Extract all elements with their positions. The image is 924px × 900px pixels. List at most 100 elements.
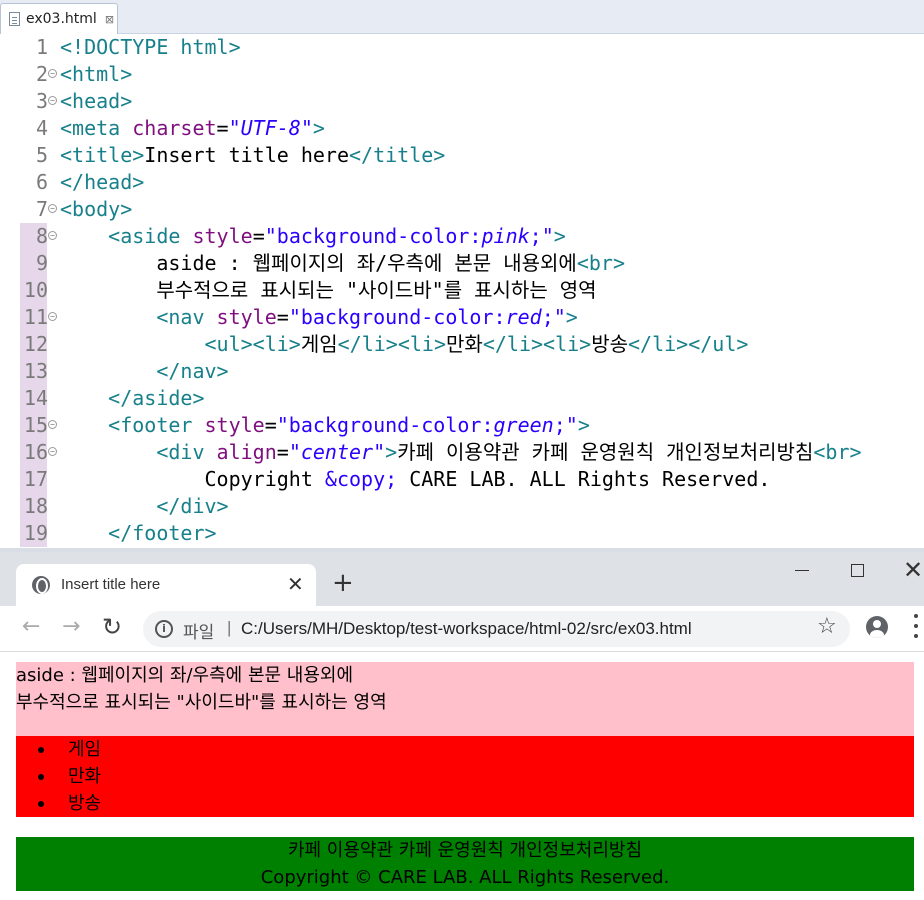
code-token: <nav <box>156 305 217 329</box>
code-line[interactable]: 17 Copyright &copy; CARE LAB. ALL Rights… <box>0 466 924 493</box>
code-text: <meta charset="UTF-8"> <box>60 115 325 142</box>
line-number: 9 <box>35 251 48 275</box>
address-bar[interactable]: i 파일 | C:/Users/MH/Desktop/test-workspac… <box>143 611 850 647</box>
code-token: 카페 이용약관 카페 운영원칙 개인정보처리방침 <box>397 440 814 464</box>
fold-toggle-icon[interactable]: − <box>48 420 57 429</box>
line-number: 15 <box>23 413 48 437</box>
code-line[interactable]: 7− <body> <box>0 196 924 223</box>
profile-icon[interactable] <box>866 616 888 638</box>
code-line[interactable]: 9 aside : 웹페이지의 좌/우측에 본문 내용외에<br> <box>0 250 924 277</box>
code-line[interactable]: 3− <head> <box>0 88 924 115</box>
code-text: <aside style="background-color:pink;"> <box>60 223 566 250</box>
code-token: <ul><li> <box>204 332 301 356</box>
code-token: style <box>216 305 277 329</box>
fold-toggle-icon[interactable]: − <box>48 447 57 456</box>
code-line[interactable]: 15− <footer style="background-color:gree… <box>0 412 924 439</box>
code-token: aside : 웹페이지의 좌/우측에 본문 내용외에 <box>60 251 577 275</box>
url-text[interactable]: C:/Users/MH/Desktop/test-workspace/html-… <box>241 619 692 639</box>
code-line[interactable]: 16− <div align="center">카페 이용약관 카페 운영원칙 … <box>0 439 924 466</box>
code-token: <!DOCTYPE html> <box>60 35 241 59</box>
code-token: charset <box>132 116 217 140</box>
code-token: ;" <box>529 224 554 248</box>
info-icon[interactable]: i <box>155 620 173 638</box>
line-number: 1 <box>35 35 48 59</box>
code-editor[interactable]: ex03.html ⊠ 1 <!DOCTYPE html> 2− <html> 3− <h… <box>0 0 924 550</box>
scheme-label: 파일 <box>183 623 215 642</box>
line-number: 14 <box>23 386 48 410</box>
code-line[interactable]: 19 </footer> <box>0 520 924 547</box>
code-line[interactable]: 6 </head> <box>0 169 924 196</box>
line-number: 16 <box>23 440 48 464</box>
aside-line-2: 부수적으로 표시되는 "사이드바"를 표시하는 영역 <box>16 692 387 713</box>
code-token: <div <box>156 440 217 464</box>
fold-toggle-icon[interactable]: − <box>48 312 57 321</box>
code-area[interactable]: 1 <!DOCTYPE html> 2− <html> 3− <head> 4 <meta c… <box>0 34 924 550</box>
browser-tab-strip: Insert title here ✕ + ✕ <box>0 552 924 606</box>
code-line[interactable]: 14 </aside> <box>0 385 924 412</box>
code-line[interactable]: 8− <aside style="background-color:pink;"… <box>0 223 924 250</box>
close-icon[interactable]: ⊠ <box>105 13 114 26</box>
code-token: <br> <box>813 440 862 464</box>
line-number: 5 <box>35 143 48 167</box>
maximize-button[interactable] <box>851 564 864 577</box>
code-text: <!DOCTYPE html> <box>60 34 241 61</box>
list-item: 만화 <box>38 763 101 790</box>
code-text: <title>Insert title here</title> <box>60 142 445 169</box>
fold-toggle-icon[interactable]: − <box>48 204 57 213</box>
code-line[interactable]: 5 <title>Insert title here</title> <box>0 142 924 169</box>
code-token: pink <box>481 224 530 248</box>
close-tab-icon[interactable]: ✕ <box>287 572 304 596</box>
code-token: red <box>505 305 542 329</box>
code-token: </footer> <box>108 521 217 545</box>
copyright-text: Copyright © CARE LAB. ALL Rights Reserve… <box>260 867 670 888</box>
editor-tab-label: ex03.html <box>26 11 97 27</box>
code-token: ;" <box>553 413 578 437</box>
code-line[interactable]: 18 </div> <box>0 493 924 520</box>
code-token: 방송 <box>591 332 629 356</box>
code-token: > <box>565 305 578 329</box>
code-line[interactable]: 11− <nav style="background-color:red;"> <box>0 304 924 331</box>
code-token: <head> <box>60 89 133 113</box>
back-button[interactable]: ← <box>22 614 40 640</box>
code-token: <meta <box>60 116 133 140</box>
code-line[interactable]: 13 </nav> <box>0 358 924 385</box>
window-close-button[interactable]: ✕ <box>903 556 923 584</box>
forward-button[interactable]: → <box>62 614 80 640</box>
code-line[interactable]: 2− <html> <box>0 61 924 88</box>
menu-icon[interactable] <box>914 614 918 638</box>
code-text: </div> <box>60 493 229 520</box>
code-line[interactable]: 10 부수적으로 표시되는 "사이드바"를 표시하는 영역 <box>0 277 924 304</box>
fold-toggle-icon[interactable]: − <box>48 69 57 78</box>
browser-tab[interactable]: Insert title here ✕ <box>16 564 316 606</box>
code-token: </div> <box>156 494 229 518</box>
code-token: = <box>276 440 289 464</box>
line-number: 3 <box>35 89 48 113</box>
code-token: "center" <box>288 440 386 464</box>
code-line[interactable]: 4 <meta charset="UTF-8"> <box>0 115 924 142</box>
page-viewport: aside : 웹페이지의 좌/우측에 본문 내용외에 부수적으로 표시되는 "… <box>0 652 924 900</box>
code-text: <footer style="background-color:green;"> <box>60 412 590 439</box>
line-number: 2 <box>35 62 48 86</box>
code-token: green <box>493 413 554 437</box>
line-number: 12 <box>23 332 48 356</box>
fold-toggle-icon[interactable]: − <box>48 231 57 240</box>
code-token: <br> <box>576 251 625 275</box>
code-line[interactable]: 1 <!DOCTYPE html> <box>0 34 924 61</box>
list-item: 게임 <box>38 736 101 763</box>
code-line[interactable]: 12 <ul><li>게임</li><li>만화</li><li>방송</li>… <box>0 331 924 358</box>
star-icon[interactable]: ☆ <box>817 614 837 639</box>
code-token: <title> <box>60 143 145 167</box>
browser-toolbar: ← → ↻ i 파일 | C:/Users/MH/Desktop/test-wo… <box>0 606 924 652</box>
reload-button[interactable]: ↻ <box>102 614 122 640</box>
editor-tab-ex03[interactable]: ex03.html ⊠ <box>0 3 118 34</box>
new-tab-button[interactable]: + <box>332 570 354 596</box>
code-text: aside : 웹페이지의 좌/우측에 본문 내용외에<br> <box>60 250 625 277</box>
fold-toggle-icon[interactable]: − <box>48 96 57 105</box>
minimize-button[interactable] <box>795 570 809 571</box>
line-number: 6 <box>35 170 48 194</box>
